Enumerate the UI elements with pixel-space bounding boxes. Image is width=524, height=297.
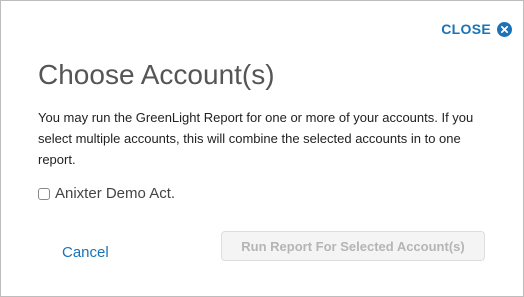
account-option[interactable]: Anixter Demo Act. (38, 185, 175, 202)
dialog-title: Choose Account(s) (38, 59, 275, 90)
account-label: Anixter Demo Act. (55, 185, 176, 202)
close-label: CLOSE (441, 21, 491, 37)
dialog-description: You may run the GreenLight Report for on… (38, 110, 474, 167)
close-circle-icon (497, 21, 512, 37)
close-button[interactable]: CLOSE (441, 21, 512, 37)
run-report-button[interactable]: Run Report For Selected Account(s) (221, 231, 485, 261)
choose-account-dialog: CLOSE Choose Account(s) You may run the … (0, 0, 524, 297)
account-checkbox[interactable] (38, 187, 50, 200)
cancel-button[interactable]: Cancel (62, 244, 109, 261)
